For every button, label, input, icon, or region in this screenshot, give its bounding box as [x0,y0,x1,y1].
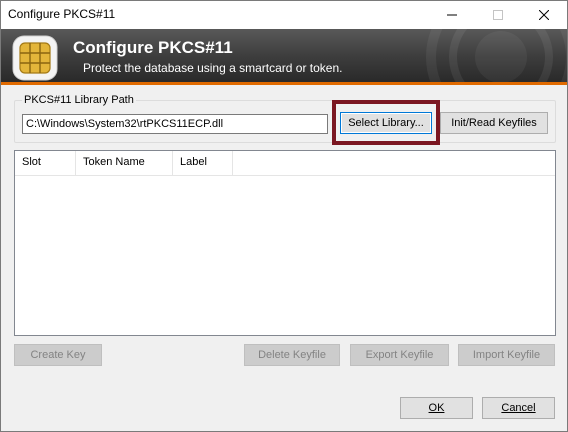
banner-subtitle: Protect the database using a smartcard o… [83,61,343,75]
minimize-button[interactable] [429,1,475,29]
close-icon [539,10,549,20]
title-bar[interactable]: Configure PKCS#11 [1,1,567,29]
library-path-input[interactable] [22,114,328,134]
create-key-button: Create Key [14,344,102,366]
list-header-divider [15,175,555,176]
ok-button[interactable]: OK [400,397,473,419]
token-list[interactable]: Slot Token Name Label [14,150,556,336]
ok-button-label: OK [428,402,445,414]
banner-title: Configure PKCS#11 [73,38,233,57]
header-banner: Configure PKCS#11 Protect the database u… [1,29,567,85]
list-header: Slot Token Name Label [15,151,233,175]
close-button[interactable] [521,1,567,29]
column-header-label[interactable]: Label [173,151,233,175]
column-header-token-name[interactable]: Token Name [76,151,173,175]
cancel-button-label: Cancel [501,402,536,414]
maximize-icon [493,10,503,20]
highlight-annotation [332,100,440,145]
minimize-icon [447,14,457,16]
column-header-slot[interactable]: Slot [15,151,76,175]
window-title: Configure PKCS#11 [8,7,116,21]
library-path-group-label: PKCS#11 Library Path [22,94,136,106]
import-keyfile-button: Import Keyfile [458,344,555,366]
smartcard-chip-icon [12,35,58,81]
banner-accent-line [1,82,567,85]
delete-keyfile-button: Delete Keyfile [244,344,340,366]
cancel-button[interactable]: Cancel [482,397,555,419]
configure-pkcs11-dialog: Configure PKCS#11 Configure PKCS#11 Prot… [0,0,568,432]
init-read-keyfiles-button[interactable]: Init/Read Keyfiles [440,112,548,134]
maximize-button [475,1,521,29]
export-keyfile-button: Export Keyfile [350,344,449,366]
